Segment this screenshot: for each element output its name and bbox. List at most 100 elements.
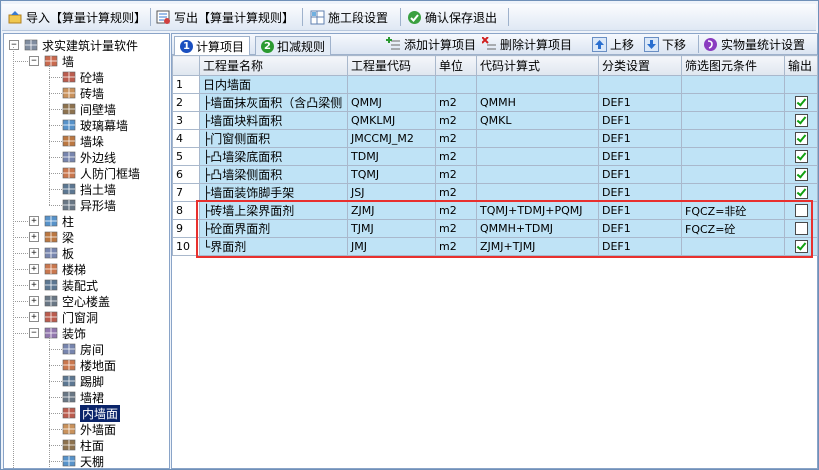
formula-cell[interactable] [476,165,599,184]
output-checkbox[interactable] [794,96,808,110]
name-header[interactable]: 工程量名称 [199,55,348,76]
expand-toggle[interactable]: − [9,40,19,50]
name-cell[interactable]: ├凸墙梁底面积 [199,147,348,166]
formula-cell[interactable]: TQMJ+TDMJ+PQMJ [476,201,599,220]
class-header[interactable]: 分类设置 [598,55,682,76]
unit-cell[interactable]: m2 [435,111,477,130]
formula-cell[interactable]: QMKL [476,111,599,130]
output-checkbox[interactable] [794,204,808,218]
tree-node-group[interactable]: 梁 [44,229,74,245]
tree-node-wall-child[interactable]: 砼墙 [62,69,104,85]
code-cell[interactable]: QMMJ [347,93,436,112]
expand-toggle[interactable]: + [29,216,39,226]
filter-cell[interactable] [681,237,785,256]
tree-node-wall-child[interactable]: 玻璃幕墙 [62,117,128,133]
output-checkbox[interactable] [794,168,808,182]
tree-node-group[interactable]: 板 [44,245,74,261]
tree-node-decor-child[interactable]: 墙裙 [62,389,104,405]
tab-deduct-rules[interactable]: 2 扣减规则 [255,36,332,55]
unit-cell[interactable]: m2 [435,93,477,112]
tree-node-group[interactable]: 空心楼盖 [44,293,110,309]
tree-node-decor-child[interactable]: 房间 [62,341,104,357]
filter-cell[interactable] [681,75,785,94]
formula-cell[interactable]: QMMH+TDMJ [476,219,599,238]
expand-toggle[interactable]: + [29,280,39,290]
formula-cell[interactable] [476,129,599,148]
output-checkbox[interactable] [794,150,808,164]
name-cell[interactable]: ├墙面装饰脚手架 [199,183,348,202]
expand-toggle[interactable]: − [29,56,39,66]
tree-root[interactable]: 求实建筑计量软件 [24,37,138,53]
tree-node-decor-child[interactable]: 柱面 [62,437,104,453]
filter-cell[interactable] [681,111,785,130]
tree-node-group[interactable]: 柱 [44,213,74,229]
tree-node-wall-child[interactable]: 间壁墙 [62,101,116,117]
output-checkbox[interactable] [794,114,808,128]
code-cell[interactable]: JMCCMJ_M2 [347,129,436,148]
delete-calc-item-button[interactable]: 删除计算项目 [481,35,572,53]
unit-header[interactable]: 单位 [435,55,477,76]
tree-node-wall-child[interactable]: 挡土墙 [62,181,116,197]
move-down-button[interactable]: 下移 [644,35,686,53]
class-cell[interactable] [598,75,682,94]
name-cell[interactable]: ├砖墙上梁界面剂 [199,201,348,220]
tree-node-decor-child[interactable]: 天棚 [62,453,104,468]
code-cell[interactable]: QMKLMJ [347,111,436,130]
name-cell[interactable]: ├墙面抹灰面积（含凸梁侧 [199,93,348,112]
confirm-save-exit-button[interactable]: 确认保存退出 [407,8,497,27]
class-cell[interactable]: DEF1 [598,237,682,256]
tree-node-wall-child[interactable]: 砖墙 [62,85,104,101]
name-cell[interactable]: 日内墙面 [199,75,348,94]
tree-node-wall-child[interactable]: 人防门框墙 [62,165,140,181]
code-cell[interactable]: TJMJ [347,219,436,238]
code-cell[interactable]: JMJ [347,237,436,256]
table-row[interactable]: 7 ├墙面装饰脚手架 JSJ m2 DEF1 [172,183,818,202]
code-cell[interactable]: TQMJ [347,165,436,184]
formula-cell[interactable] [476,183,599,202]
tree-node-group[interactable]: 楼梯 [44,261,86,277]
code-cell[interactable] [347,75,436,94]
tree-node-wall-child[interactable]: 异形墙 [62,197,116,213]
stage-settings-button[interactable]: 施工段设置 [310,8,388,27]
add-calc-item-button[interactable]: 添加计算项目 [386,35,476,53]
output-checkbox[interactable] [794,186,808,200]
code-header[interactable]: 工程量代码 [347,55,436,76]
tab-calc-items[interactable]: 1 计算项目 [174,36,251,56]
tree-node-wall-child[interactable]: 外边线 [62,149,116,165]
filter-cell[interactable] [681,165,785,184]
unit-cell[interactable] [435,75,477,94]
code-cell[interactable]: ZJMJ [347,201,436,220]
tree-node-group[interactable]: 装配式 [44,277,98,293]
expand-toggle[interactable]: − [29,328,39,338]
class-cell[interactable]: DEF1 [598,183,682,202]
class-cell[interactable]: DEF1 [598,93,682,112]
table-row[interactable]: 5 ├凸墙梁底面积 TDMJ m2 DEF1 [172,147,818,166]
filter-cell[interactable] [681,129,785,148]
unit-cell[interactable]: m2 [435,165,477,184]
expand-toggle[interactable]: + [29,232,39,242]
tree-node-wall-child[interactable]: 墙垛 [62,133,104,149]
table-row[interactable]: 9 ├砼面界面剂 TJMJ m2 QMMH+TDMJ DEF1 FQCZ=砼 [172,219,818,238]
code-cell[interactable]: JSJ [347,183,436,202]
class-cell[interactable]: DEF1 [598,129,682,148]
table-row[interactable]: 3 ├墙面块料面积 QMKLMJ m2 QMKL DEF1 [172,111,818,130]
tree-node-decor-child[interactable]: 楼地面 [62,357,116,373]
class-cell[interactable]: DEF1 [598,111,682,130]
tree-node-decor-child[interactable]: 内墙面 [62,404,121,422]
class-cell[interactable]: DEF1 [598,219,682,238]
expand-toggle[interactable]: + [29,296,39,306]
expand-toggle[interactable]: + [29,312,39,322]
filter-header[interactable]: 筛选图元条件 [681,55,785,76]
expand-toggle[interactable]: + [29,264,39,274]
import-rules-button[interactable]: 导入【算量计算规则】 [8,8,146,27]
unit-cell[interactable]: m2 [435,147,477,166]
table-row[interactable]: 4 ├门窗侧面积 JMCCMJ_M2 m2 DEF1 [172,129,818,148]
filter-cell[interactable] [681,183,785,202]
name-cell[interactable]: ├门窗侧面积 [199,129,348,148]
formula-cell[interactable] [476,147,599,166]
tree-node-decor-child[interactable]: 外墙面 [62,421,116,437]
output-checkbox[interactable] [794,240,808,254]
formula-cell[interactable]: QMMH [476,93,599,112]
formula-header[interactable]: 代码计算式 [476,55,599,76]
expand-toggle[interactable]: + [29,248,39,258]
